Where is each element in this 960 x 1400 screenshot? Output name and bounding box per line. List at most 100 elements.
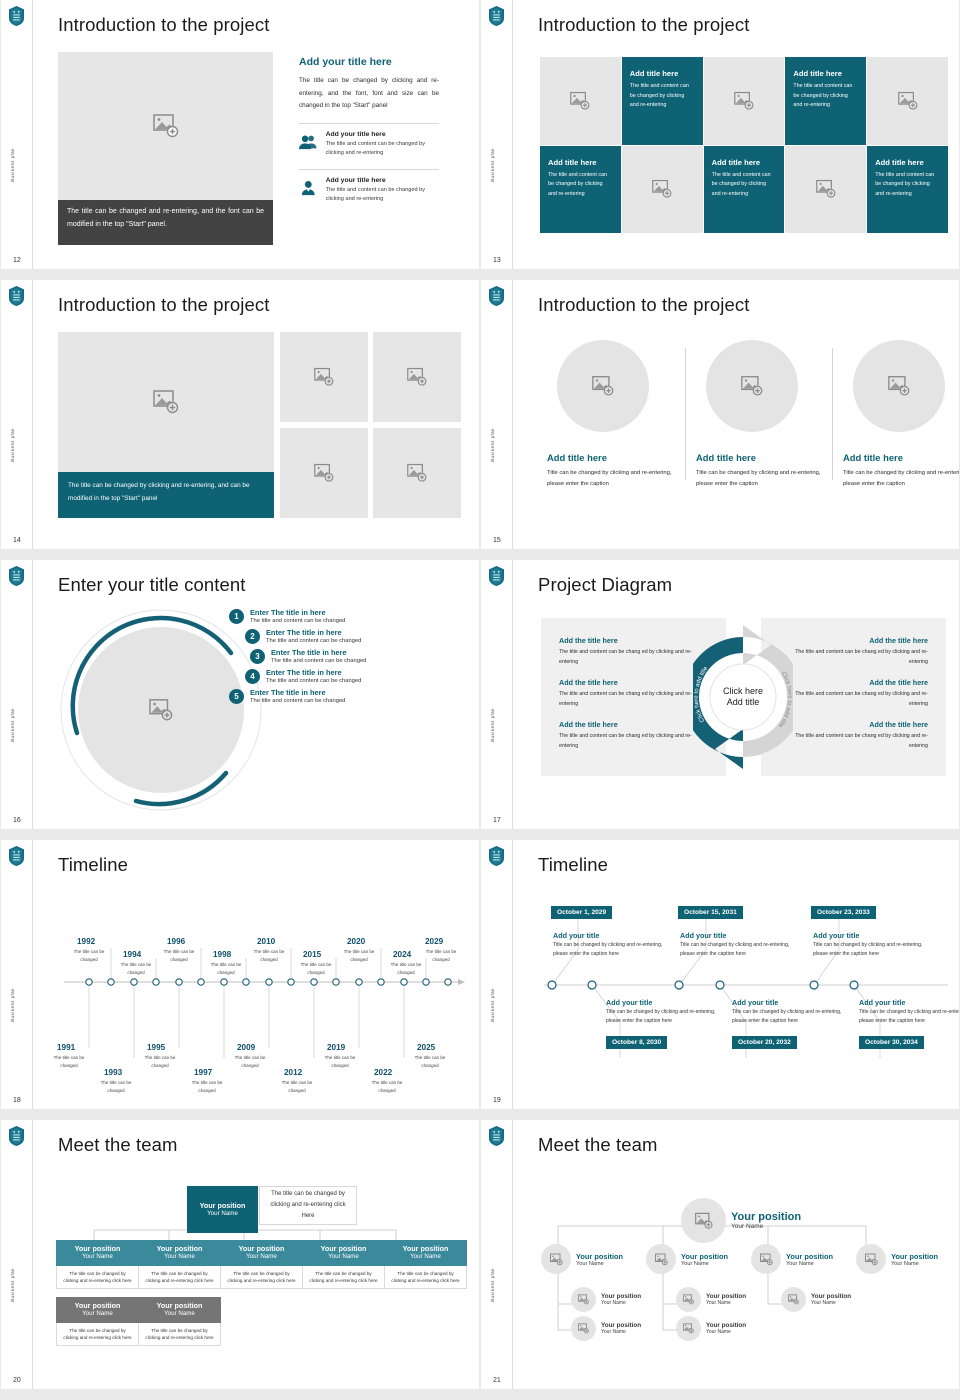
content-column: Add your title here The title can be cha… — [299, 56, 439, 211]
slide-number: 14 — [13, 537, 21, 544]
avatar[interactable] — [646, 1244, 676, 1274]
list-item-3[interactable]: 3Enter The title in hereThe title and co… — [250, 648, 464, 664]
org-node[interactable]: Your positionYour Name The title can be … — [220, 1240, 303, 1289]
grid-cell-text[interactable]: Add title hereThe title and content can … — [867, 146, 948, 234]
image-placeholder-icon — [314, 367, 334, 387]
avatar[interactable] — [541, 1244, 571, 1274]
slide-14[interactable]: Business plan Introduction to the projec… — [1, 280, 479, 549]
avatar[interactable] — [571, 1287, 596, 1312]
org-root[interactable]: Your position Your Name — [187, 1186, 258, 1233]
rail-vertical-label: Business plan — [490, 708, 495, 742]
image-placeholder-circle[interactable] — [706, 340, 798, 432]
person-node[interactable]: Your positionYour Name — [541, 1244, 623, 1274]
slide-number: 16 — [13, 817, 21, 824]
slide-21[interactable]: Business plan Meet the team Your positio… — [481, 1120, 959, 1389]
grid-cell-desc: The title and content can be changed by … — [712, 171, 777, 200]
page-title: Introduction to the project — [58, 294, 269, 316]
timeline-year-bottom: 2019 — [327, 1043, 345, 1052]
org-node[interactable]: Your positionYour Name The title can be … — [302, 1240, 385, 1289]
image-placeholder-icon — [578, 1294, 589, 1305]
image-placeholder-icon — [898, 91, 918, 111]
timeline-title: Add your title — [606, 998, 652, 1007]
grid-cell-text[interactable]: Add title hereThe title and content can … — [540, 146, 621, 234]
org-position: Your position — [140, 1244, 219, 1253]
person-node[interactable]: Your positionYour Name — [571, 1287, 641, 1312]
avatar[interactable] — [751, 1244, 781, 1274]
grid-cell-text[interactable]: Add title hereThe title and content can … — [704, 146, 785, 234]
person-node[interactable]: Your positionYour Name — [751, 1244, 833, 1274]
image-placeholder-icon — [734, 91, 754, 111]
grid-cell-image[interactable] — [540, 57, 621, 145]
avatar[interactable] — [676, 1316, 701, 1341]
slide-19[interactable]: Business plan Timeline October 1, 2029 A… — [481, 840, 959, 1109]
grid-cell-text[interactable]: Add title hereThe title and content can … — [622, 57, 703, 145]
list-item[interactable]: Add your title here The title and conten… — [299, 131, 439, 159]
image-placeholder-3[interactable] — [280, 428, 368, 518]
avatar[interactable] — [856, 1244, 886, 1274]
slide-number: 15 — [493, 537, 501, 544]
org-node[interactable]: Your positionYour Name The title can be … — [56, 1297, 139, 1346]
grid-cell-image[interactable] — [704, 57, 785, 145]
panel-item-desc: The title and content can be chang ed by… — [777, 732, 928, 751]
list-item-2[interactable]: 2Enter The title in hereThe title and co… — [245, 628, 464, 644]
org-node[interactable]: Your positionYour Name The title can be … — [138, 1240, 221, 1289]
image-placeholder-circle[interactable] — [853, 340, 945, 432]
avatar[interactable] — [781, 1287, 806, 1312]
image-placeholder-main[interactable] — [58, 52, 273, 200]
image-placeholder-2[interactable] — [373, 332, 461, 422]
person-node[interactable]: Your positionYour Name — [781, 1287, 851, 1312]
image-placeholder-icon — [655, 1253, 668, 1266]
image-placeholder-1[interactable] — [280, 332, 368, 422]
list-item-desc: The title and content can be changed — [250, 618, 345, 624]
timeline-year-top: 1998 — [213, 950, 231, 959]
slide-18[interactable]: Business plan Timeline 1992 The title ca… — [1, 840, 479, 1109]
slide-20[interactable]: Business plan Meet the team Your positio… — [1, 1120, 479, 1389]
slide-12[interactable]: Business plan Introduction to the projec… — [1, 0, 479, 269]
org-node[interactable]: Your positionYour Name The title can be … — [384, 1240, 467, 1289]
timeline-desc: Title can be changed by clicking and re-… — [606, 1008, 718, 1025]
slide-15[interactable]: Business plan Introduction to the projec… — [481, 280, 959, 549]
image-placeholder-icon — [314, 463, 334, 483]
avatar[interactable] — [681, 1198, 726, 1243]
grid-cell-image[interactable] — [867, 57, 948, 145]
page-title: Project Diagram — [538, 574, 672, 596]
image-placeholder-icon — [578, 1323, 589, 1334]
person-node[interactable]: Your positionYour Name — [676, 1287, 746, 1312]
person-root[interactable]: Your position Your Name — [681, 1198, 801, 1243]
org-name: Your Name — [222, 1253, 301, 1262]
feature-title: Add title here — [696, 452, 828, 463]
grid-cell-desc: The title and content can be changed by … — [548, 171, 613, 200]
person-position: Your position — [706, 1293, 746, 1300]
avatar[interactable] — [571, 1316, 596, 1341]
timeline-date-chip: October 30, 2034 — [859, 1036, 924, 1049]
person-node[interactable]: Your positionYour Name — [571, 1316, 641, 1341]
feature-title: Add title here — [547, 452, 679, 463]
image-placeholder-4[interactable] — [373, 428, 461, 518]
list-item-4[interactable]: 4Enter The title in hereThe title and co… — [245, 668, 464, 684]
timeline-desc-top: The title can be changed — [69, 948, 109, 963]
person-node[interactable]: Your positionYour Name — [676, 1316, 746, 1341]
list-item[interactable]: Add your title here The title and conten… — [299, 177, 439, 205]
list-item-desc: The title and content can be changed by … — [326, 186, 439, 205]
image-placeholder-main[interactable] — [58, 332, 274, 472]
timeline-desc-top: The title can be changed — [421, 948, 461, 963]
image-placeholder-circle[interactable] — [557, 340, 649, 432]
slide-number: 18 — [13, 1097, 21, 1104]
org-node[interactable]: Your positionYour Name The title can be … — [56, 1240, 139, 1289]
slide-13[interactable]: Business plan Introduction to the projec… — [481, 0, 959, 269]
list-item-5[interactable]: 5Enter The title in hereThe title and co… — [229, 688, 464, 704]
slide-17[interactable]: Business plan Project Diagram Add the ti… — [481, 560, 959, 829]
person-name: Your Name — [811, 1300, 851, 1306]
avatar[interactable] — [676, 1287, 701, 1312]
org-node[interactable]: Your positionYour Name The title can be … — [138, 1297, 221, 1346]
org-desc: The title can be changed by clicking and… — [138, 1323, 221, 1347]
timeline-title: Add your title — [813, 931, 859, 940]
grid-cell-image[interactable] — [622, 146, 703, 234]
org-desc: The title can be changed by clicking and… — [56, 1266, 139, 1290]
grid-cell-image[interactable] — [785, 146, 866, 234]
person-node[interactable]: Your positionYour Name — [646, 1244, 728, 1274]
list-item-1[interactable]: 1Enter The title in hereThe title and co… — [229, 608, 464, 624]
grid-cell-text[interactable]: Add title hereThe title and content can … — [785, 57, 866, 145]
person-node[interactable]: Your positionYour Name — [856, 1244, 938, 1274]
slide-16[interactable]: Business plan Enter your title content 1… — [1, 560, 479, 829]
